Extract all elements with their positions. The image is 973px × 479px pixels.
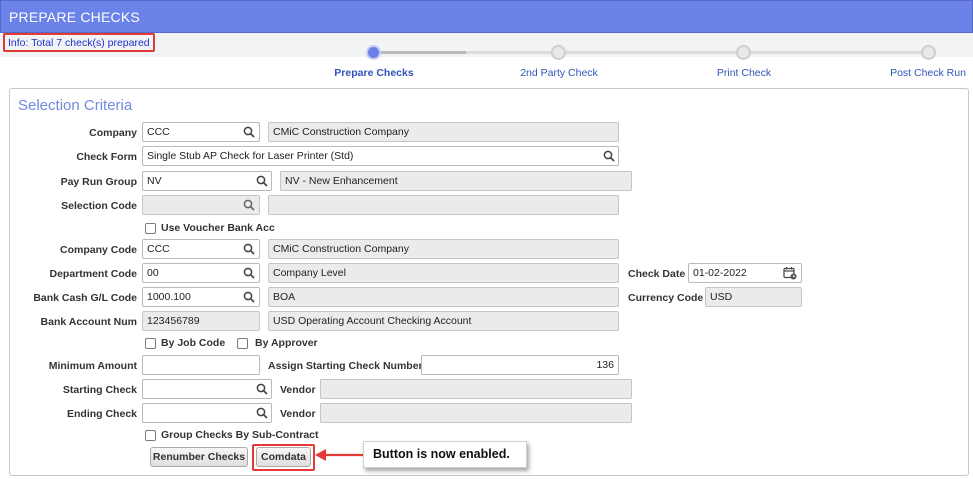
step-label-post-check-run[interactable]: Post Check Run — [890, 67, 966, 79]
calendar-icon[interactable] — [782, 264, 798, 282]
search-icon[interactable] — [241, 264, 257, 282]
search-icon[interactable] — [241, 123, 257, 141]
currency-code-value: USD — [705, 287, 802, 307]
step-label-2nd-party-check[interactable]: 2nd Party Check — [520, 67, 598, 79]
by-job-code-checkbox[interactable] — [145, 338, 156, 349]
selection-code-description — [268, 195, 619, 215]
step-dot-prepare-checks[interactable] — [366, 45, 381, 60]
minimum-amount-input[interactable] — [142, 355, 260, 375]
company-label: Company — [89, 127, 137, 139]
use-voucher-bank-acc-checkbox[interactable] — [145, 223, 156, 234]
starting-check-vendor-label: Vendor — [280, 384, 316, 396]
ending-check-vendor-label: Vendor — [280, 408, 316, 420]
check-form-input[interactable]: Single Stub AP Check for Laser Printer (… — [142, 146, 619, 166]
search-icon[interactable] — [254, 172, 270, 190]
starting-check-label: Starting Check — [62, 384, 137, 396]
search-icon[interactable] — [254, 404, 270, 422]
bank-cash-gl-code-description: BOA — [268, 287, 619, 307]
pay-run-group-label: Pay Run Group — [60, 176, 137, 188]
selection-code-label: Selection Code — [61, 200, 137, 212]
pay-run-group-input[interactable]: NV — [142, 171, 272, 191]
step-label-prepare-checks[interactable]: Prepare Checks — [334, 67, 413, 79]
by-job-code-label: By Job Code — [161, 337, 226, 349]
company-code-description: CMiC Construction Company — [268, 239, 619, 259]
by-approver-label: By Approver — [255, 337, 318, 349]
title-bar: PREPARE CHECKS — [0, 0, 973, 33]
step-connector — [466, 51, 928, 54]
assign-starting-check-number-label: Assign Starting Check Number — [268, 360, 423, 372]
check-form-label: Check Form — [76, 151, 137, 163]
bank-account-description: USD Operating Account Checking Account — [268, 311, 619, 331]
page-title: PREPARE CHECKS — [9, 9, 140, 25]
arrow-left-icon — [315, 449, 363, 461]
bank-account-num-value: 123456789 — [142, 311, 260, 331]
step-label-print-check[interactable]: Print Check — [717, 67, 771, 79]
ending-check-vendor-value — [320, 403, 632, 423]
ending-check-input[interactable] — [142, 403, 272, 423]
starting-check-vendor-value — [320, 379, 632, 399]
department-code-description: Company Level — [268, 263, 619, 283]
company-description: CMiC Construction Company — [268, 122, 619, 142]
annotation-callout: Button is now enabled. — [363, 441, 527, 468]
bank-account-num-label: Bank Account Num — [40, 316, 137, 328]
department-code-label: Department Code — [49, 268, 137, 280]
group-checks-by-sub-contract-checkbox[interactable] — [145, 430, 156, 441]
section-title: Selection Criteria — [18, 97, 133, 114]
check-date-label: Check Date — [628, 268, 686, 280]
currency-code-label: Currency Code — [628, 292, 704, 304]
starting-check-number-input[interactable]: 136 — [421, 355, 619, 375]
use-voucher-bank-acc-label: Use Voucher Bank Acc — [161, 222, 275, 234]
search-icon[interactable] — [241, 240, 257, 258]
company-code-label: Company Code — [59, 244, 137, 256]
step-connector — [373, 51, 466, 54]
search-icon — [241, 196, 257, 214]
search-icon[interactable] — [241, 288, 257, 306]
pay-run-group-description: NV - New Enhancement — [280, 171, 632, 191]
minimum-amount-label: Minimum Amount — [48, 360, 137, 372]
step-dot-print-check[interactable] — [736, 45, 751, 60]
step-dot-2nd-party-check[interactable] — [551, 45, 566, 60]
group-checks-by-sub-contract-label: Group Checks By Sub-Contract — [161, 429, 319, 441]
comdata-button[interactable]: Comdata — [256, 447, 311, 467]
by-approver-checkbox[interactable] — [237, 338, 248, 349]
ending-check-label: Ending Check — [66, 408, 137, 420]
step-dot-post-check-run[interactable] — [921, 45, 936, 60]
search-icon[interactable] — [254, 380, 270, 398]
bank-cash-gl-code-label: Bank Cash G/L Code — [33, 292, 137, 304]
renumber-checks-button[interactable]: Renumber Checks — [150, 447, 248, 467]
step-progress: Prepare Checks 2nd Party Check Print Che… — [0, 40, 973, 84]
starting-check-input[interactable] — [142, 379, 272, 399]
search-icon[interactable] — [601, 147, 617, 165]
